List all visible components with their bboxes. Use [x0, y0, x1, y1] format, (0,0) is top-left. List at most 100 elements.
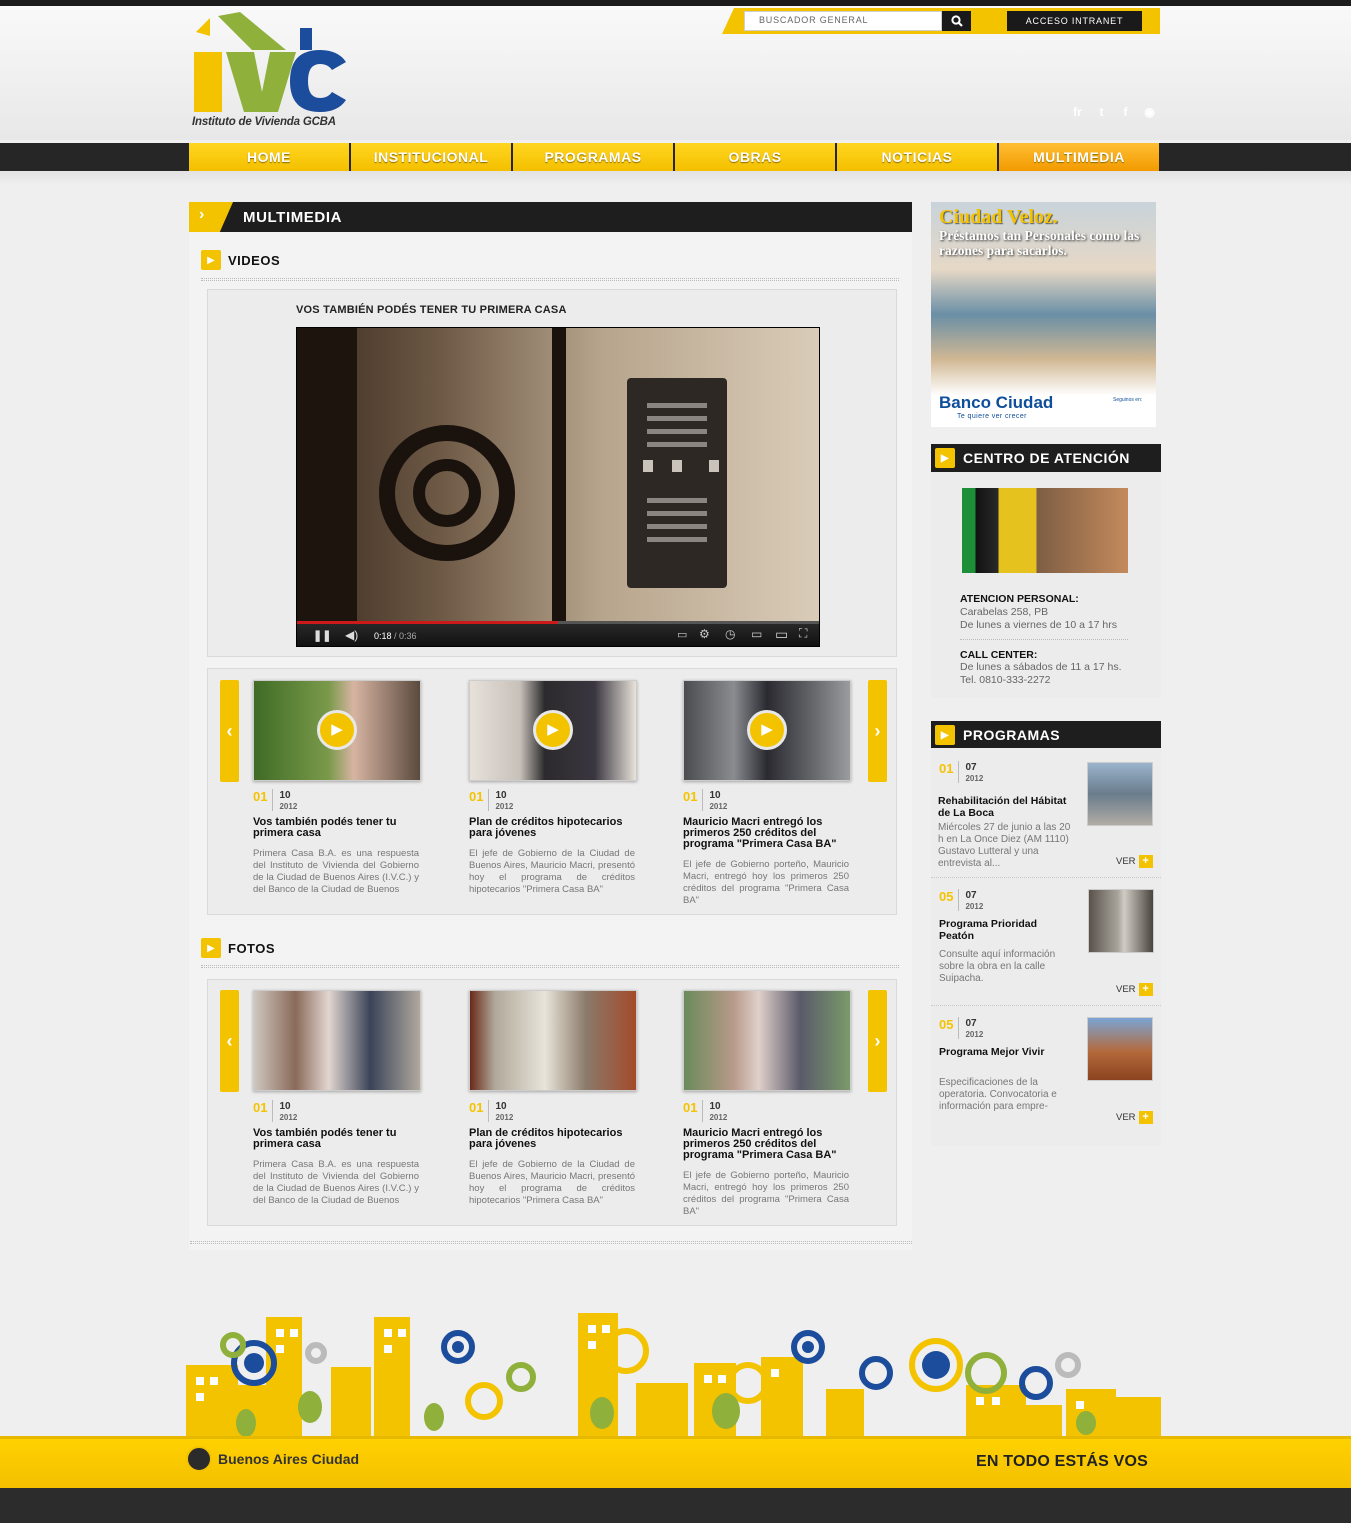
ver-button[interactable]: VER +: [1116, 855, 1153, 868]
nav-obras[interactable]: OBRAS: [675, 143, 835, 171]
facebook-icon[interactable]: f: [1115, 102, 1136, 123]
video-controls: ❚❚ ◀) 0:18 / 0:36 ▭ ⚙ ◷ ▭ ▭ ⛶: [297, 621, 819, 646]
call-center-phone: Tel. 0810-333-2272: [960, 674, 1051, 686]
rss-icon[interactable]: ◉: [1139, 102, 1160, 123]
play-icon[interactable]: ▶: [533, 710, 573, 750]
play-icon[interactable]: ▶: [317, 710, 357, 750]
ba-logo-text: Buenos Aires Ciudad: [218, 1451, 360, 1467]
date-day: 01: [253, 1100, 268, 1115]
main-nav: HOME INSTITUCIONAL PROGRAMAS OBRAS NOTIC…: [189, 143, 1161, 171]
plus-icon: +: [1138, 1111, 1153, 1124]
photo-carousel-next-button[interactable]: ›: [868, 990, 887, 1092]
divider: [931, 1005, 1161, 1006]
programa-image[interactable]: [1088, 889, 1154, 953]
divider: [201, 278, 899, 281]
photo-thumb[interactable]: [253, 990, 421, 1091]
date-month: 10: [495, 790, 507, 801]
ad-headline: Ciudad Veloz.: [939, 206, 1058, 228]
time-total: / 0:36: [394, 631, 417, 641]
city-seal-icon: [186, 1446, 212, 1472]
card-text: El jefe de Gobierno de la Ciudad de Buen…: [469, 1159, 635, 1206]
video-carousel-prev-button[interactable]: ‹: [220, 680, 239, 782]
card-date: 01 10 2012: [683, 1100, 727, 1122]
search-input[interactable]: BUSCADOR GENERAL: [744, 11, 942, 31]
play-icon[interactable]: ▶: [747, 710, 787, 750]
featured-video-title: VOS TAMBIÉN PODÉS TENER TU PRIMERA CASA: [296, 304, 567, 316]
pause-icon[interactable]: ❚❚: [313, 629, 331, 642]
atencion-personal-title: ATENCION PERSONAL:: [960, 593, 1079, 605]
date-day: 01: [469, 1100, 484, 1115]
ad-slogan: Te quiere ver crecer: [957, 413, 1027, 420]
date-year: 2012: [279, 1113, 298, 1122]
friendfeed-icon[interactable]: fr: [1067, 102, 1088, 123]
banco-ciudad-ad[interactable]: Ciudad Veloz. Préstamos tan Personales c…: [931, 202, 1156, 427]
video-frame[interactable]: [297, 328, 819, 621]
card-title[interactable]: Vos también podés tener tu primera casa: [253, 1128, 423, 1150]
buenos-aires-logo[interactable]: Buenos Aires Ciudad: [186, 1446, 359, 1472]
card-date: 01 10 2012: [469, 789, 513, 811]
card-title[interactable]: Mauricio Macri entregó los primeros 250 …: [683, 1128, 853, 1161]
card-title[interactable]: Plan de créditos hipotecarios para jóven…: [469, 1128, 639, 1150]
date-day: 05: [939, 1017, 954, 1032]
date-month: 10: [495, 1101, 507, 1112]
photo-thumb[interactable]: [683, 990, 851, 1091]
large-player-icon[interactable]: ▭: [775, 626, 788, 643]
video-still-image: [297, 328, 727, 621]
ver-button[interactable]: VER +: [1116, 983, 1153, 996]
search-button[interactable]: [942, 11, 971, 31]
centro-building-image: [962, 488, 1128, 573]
play-arrow-icon: ▶: [935, 725, 955, 745]
intranet-access-button[interactable]: ACCESO INTRANET: [1007, 11, 1142, 31]
ver-button[interactable]: VER +: [1116, 1111, 1153, 1124]
video-thumb[interactable]: ▶: [683, 680, 851, 781]
date-year: 2012: [965, 902, 984, 911]
title-chevron-icon: ›: [189, 202, 233, 232]
programa-title[interactable]: Programa Mejor Vivir: [939, 1046, 1079, 1058]
programa-image[interactable]: [1087, 1017, 1153, 1081]
card-title[interactable]: Plan de créditos hipotecarios para jóven…: [469, 817, 639, 839]
date-day: 01: [253, 789, 268, 804]
captions-icon[interactable]: ▭: [677, 628, 687, 641]
nav-programas[interactable]: PROGRAMAS: [513, 143, 673, 171]
twitter-icon[interactable]: t: [1091, 102, 1112, 123]
photo-thumb[interactable]: [469, 990, 637, 1091]
logo-tagline: Instituto de Vivienda GCBA: [192, 116, 336, 128]
date-month: 10: [709, 790, 721, 801]
video-thumb[interactable]: ▶: [469, 680, 637, 781]
card-title[interactable]: Vos también podés tener tu primera casa: [253, 817, 423, 839]
search-icon: [950, 15, 963, 27]
video-carousel-next-button[interactable]: ›: [868, 680, 887, 782]
programa-text: Miércoles 27 de junio a las 20 h en La O…: [938, 822, 1071, 869]
programa-title[interactable]: Rehabilitación del Hábitat de La Boca: [938, 795, 1078, 819]
ver-label: VER: [1116, 856, 1136, 867]
ad-bank-name: Banco Ciudad: [939, 393, 1054, 412]
atencion-hours: De lunes a viernes de 10 a 17 hrs: [960, 619, 1118, 631]
watch-later-icon[interactable]: ◷: [725, 627, 735, 641]
card-text: El jefe de Gobierno porteño, Mauricio Ma…: [683, 859, 849, 906]
date-month: 10: [279, 1101, 291, 1112]
small-player-icon[interactable]: ▭: [751, 627, 762, 641]
nav-multimedia[interactable]: MULTIMEDIA: [999, 143, 1159, 171]
date-day: 01: [683, 1100, 698, 1115]
photo-carousel-prev-button[interactable]: ‹: [220, 990, 239, 1092]
call-center-hours: De lunes a sábados de 11 a 17 hs.: [960, 661, 1122, 673]
programa-image[interactable]: [1087, 762, 1153, 826]
card-title[interactable]: Mauricio Macri entregó los primeros 250 …: [683, 817, 853, 850]
nav-noticias[interactable]: NOTICIAS: [837, 143, 997, 171]
card-date: 01 10 2012: [253, 1100, 297, 1122]
volume-icon[interactable]: ◀): [345, 628, 358, 642]
date-year: 2012: [495, 802, 514, 811]
programa-title[interactable]: Programa Prioridad Peatón: [939, 918, 1059, 942]
settings-gear-icon[interactable]: ⚙: [699, 627, 710, 641]
date-day: 05: [939, 889, 954, 904]
nav-home[interactable]: HOME: [189, 143, 349, 171]
programa-text: Consulte aquí información sobre la obra …: [939, 949, 1056, 984]
date-day: 01: [683, 789, 698, 804]
nav-institucional[interactable]: INSTITUCIONAL: [351, 143, 511, 171]
video-thumb[interactable]: ▶: [253, 680, 421, 781]
date-month: 07: [965, 762, 977, 773]
city-skyline-illustration: [186, 1313, 1161, 1439]
ivc-logo[interactable]: Instituto de Vivienda GCBA: [192, 10, 352, 132]
fullscreen-icon[interactable]: ⛶: [799, 626, 807, 641]
card-date: 01 10 2012: [469, 1100, 513, 1122]
